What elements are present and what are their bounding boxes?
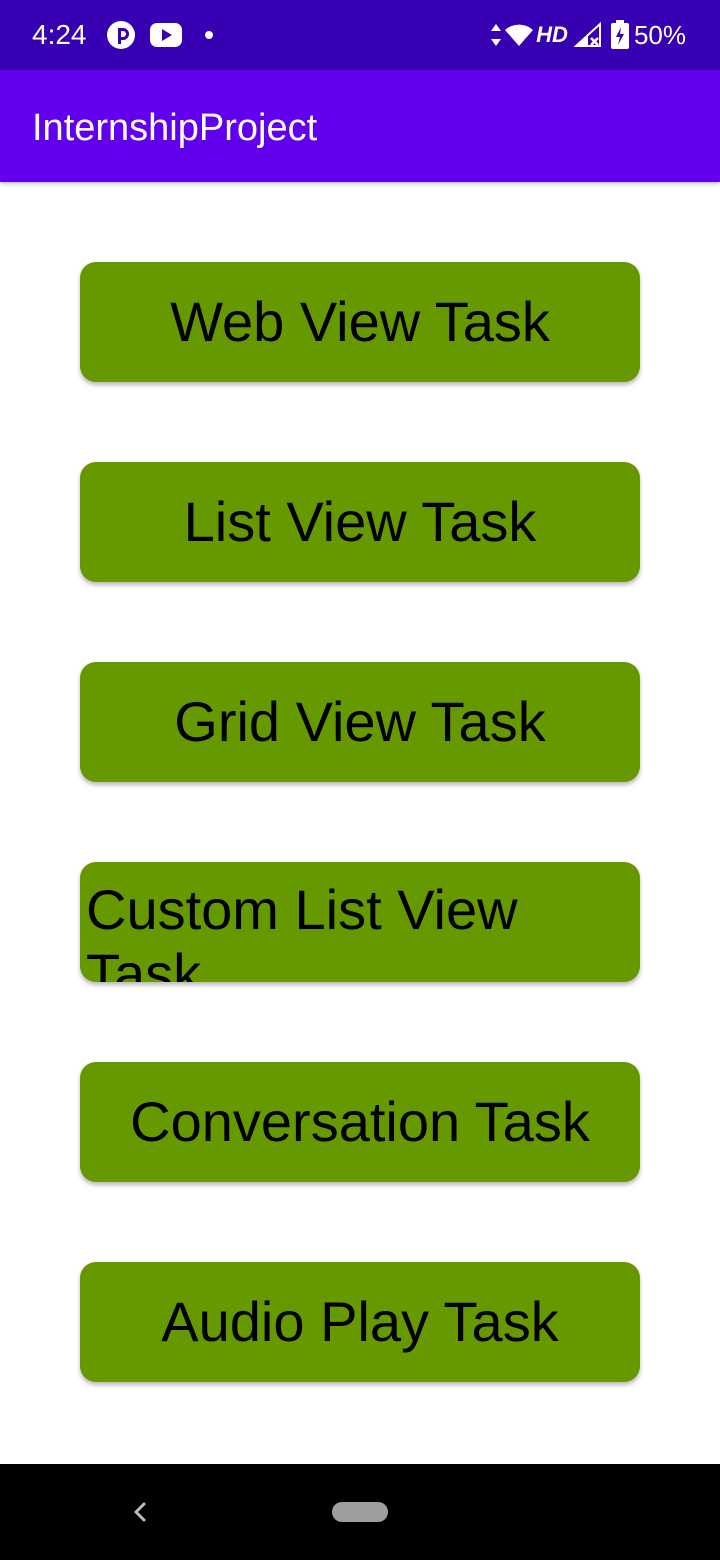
list-view-task-button[interactable]: List View Task [80, 462, 640, 582]
conversation-task-label: Conversation Task [130, 1090, 590, 1153]
audio-play-task-label: Audio Play Task [161, 1290, 559, 1353]
audio-play-task-button[interactable]: Audio Play Task [80, 1262, 640, 1382]
conversation-task-button[interactable]: Conversation Task [80, 1062, 640, 1182]
notification-dot-icon [205, 31, 213, 39]
wifi-icon: 4 [505, 24, 534, 47]
data-arrows-icon [491, 24, 502, 46]
status-bar: 4:24 4 HD 50% [0, 0, 720, 70]
app-bar: InternshipProject [0, 70, 720, 182]
navigation-bar [0, 1464, 720, 1560]
youtube-icon [150, 23, 182, 47]
grid-view-task-button[interactable]: Grid View Task [80, 662, 640, 782]
battery-icon [610, 20, 629, 49]
custom-list-view-task-label: Custom List View Task [86, 878, 518, 982]
network-label: HD [536, 22, 568, 47]
grid-view-task-label: Grid View Task [174, 690, 546, 753]
status-time: 4:24 [32, 19, 87, 50]
web-view-task-label: Web View Task [170, 290, 550, 353]
web-view-task-button[interactable]: Web View Task [80, 262, 640, 382]
battery-percentage: 50% [633, 20, 686, 50]
svg-text:4: 4 [522, 38, 528, 47]
status-right-icons: 4 HD 50% [490, 18, 686, 52]
custom-list-view-task-button[interactable]: Custom List View Task [80, 862, 640, 982]
home-pill-button[interactable] [332, 1502, 388, 1522]
list-view-task-label: List View Task [183, 490, 537, 553]
back-icon[interactable] [126, 1496, 154, 1528]
status-left-icons [106, 19, 214, 51]
signal-icon [573, 22, 601, 47]
app-title: InternshipProject [32, 107, 318, 149]
pocketcasts-icon [107, 21, 135, 49]
